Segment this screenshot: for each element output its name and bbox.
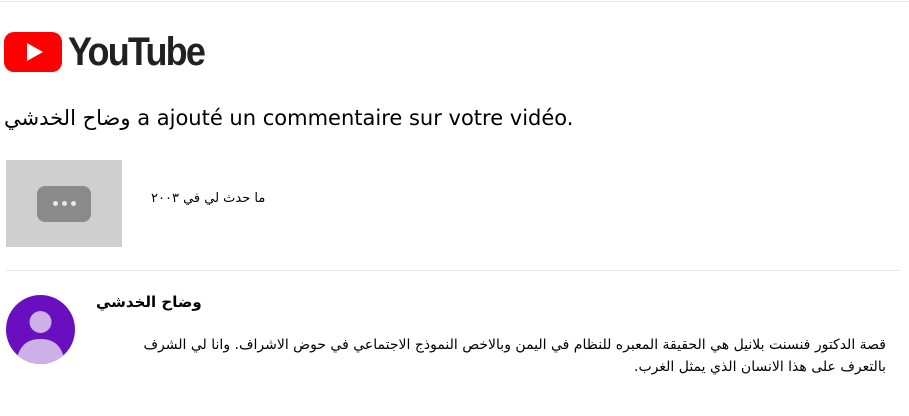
youtube-play-icon [4, 32, 62, 72]
headline-author[interactable]: وضاح الخدشي [4, 106, 131, 130]
more-dots-icon [37, 185, 91, 222]
notification-headline: وضاح الخدشي a ajouté un commentaire sur … [4, 103, 573, 133]
video-title[interactable]: ما حدث لي في ٢٠٠٣ [151, 191, 281, 206]
comment-text: قصة الدكتور فنسنت بلانيل هي الحقيقة المع… [143, 337, 886, 375]
default-user-avatar-icon[interactable] [6, 295, 75, 364]
comment-author[interactable]: وضاح الخدشي [96, 293, 202, 311]
youtube-logo[interactable]: YouTube [4, 30, 219, 74]
headline-action: a ajouté un commentaire sur votre vidéo. [130, 106, 574, 130]
youtube-wordmark: YouTube [68, 30, 206, 74]
video-thumbnail[interactable] [6, 160, 122, 247]
section-divider [6, 270, 900, 271]
user-silhouette-icon [16, 311, 65, 364]
top-divider [0, 1, 909, 2]
